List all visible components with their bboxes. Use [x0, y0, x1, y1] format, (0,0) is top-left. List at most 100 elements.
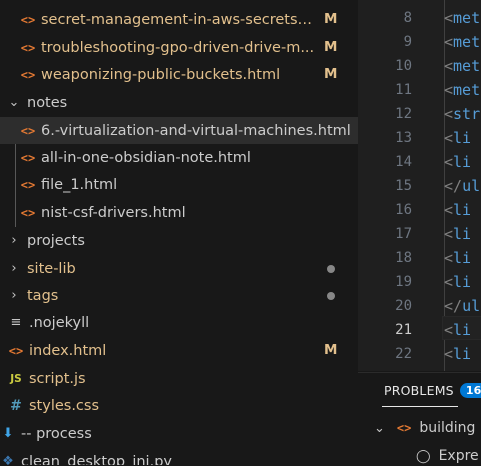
chevron-down-icon: ⌄: [8, 95, 20, 110]
python-icon: ❖: [2, 454, 14, 465]
item-label: script.js: [29, 370, 86, 387]
changes-dot: [327, 292, 335, 300]
changes-dot: [327, 265, 335, 273]
file-item[interactable]: <> all-in-one-obsidian-note.html: [0, 144, 358, 171]
item-label: tags: [27, 287, 59, 304]
problem-group[interactable]: ⌄ <> building: [374, 415, 475, 441]
html-icon: <>: [20, 40, 36, 55]
line-number: 8: [403, 10, 412, 26]
tab-problems-label: PROBLEMS: [384, 383, 454, 398]
code-line[interactable]: <li: [444, 222, 471, 246]
download-icon: ⬇: [2, 426, 14, 441]
file-item[interactable]: JS script.js: [0, 365, 358, 392]
line-number: 14: [395, 154, 412, 170]
line-number: 11: [395, 82, 412, 98]
item-label: 6.-virtualization-and-virtual-machines.h…: [41, 122, 351, 139]
html-icon: <>: [20, 205, 36, 220]
file-item[interactable]: ≡ .nojekyll: [0, 309, 358, 336]
problems-count-badge: 16: [459, 383, 481, 398]
tab-problems[interactable]: PROBLEMS 16: [384, 383, 481, 398]
item-label: projects: [27, 232, 85, 249]
lines-icon: ≡: [10, 315, 22, 330]
line-number: 18: [395, 250, 412, 266]
html-icon: <>: [20, 177, 36, 192]
js-icon: JS: [10, 372, 22, 385]
item-label: .nojekyll: [29, 314, 90, 331]
item-label: notes: [27, 94, 68, 111]
html-icon: <>: [20, 67, 36, 82]
file-item[interactable]: ⬇ -- process: [0, 420, 358, 447]
file-item[interactable]: <> troubleshooting-gpo-driven-drive-m... M: [0, 34, 358, 61]
line-number: 22: [395, 346, 412, 362]
problem-group-label: building: [419, 420, 476, 436]
lightbulb-icon: ◯: [416, 448, 431, 464]
line-number: 12: [395, 106, 412, 122]
file-item[interactable]: <> weaponizing-public-buckets.html M: [0, 61, 358, 88]
chevron-right-icon: ›: [11, 288, 17, 303]
code-line[interactable]: <li: [444, 246, 471, 270]
code-line[interactable]: </ul: [444, 294, 480, 318]
code-line[interactable]: </ul: [444, 174, 480, 198]
line-number: 13: [395, 130, 412, 146]
git-status-badge: M: [324, 39, 338, 55]
line-number: 9: [403, 34, 412, 50]
line-number: 21: [395, 322, 412, 338]
git-status-badge: M: [324, 11, 338, 27]
code-line[interactable]: <li: [444, 126, 471, 150]
folder-item[interactable]: › projects: [0, 227, 358, 254]
code-line[interactable]: <met: [444, 78, 480, 102]
code-line[interactable]: <met: [444, 54, 480, 78]
code-line[interactable]: <li: [444, 270, 471, 294]
line-number: 19: [395, 274, 412, 290]
chevron-right-icon: ›: [11, 261, 17, 276]
problem-text: Expre: [438, 448, 479, 464]
code-line[interactable]: <met: [444, 30, 480, 54]
item-label: index.html: [29, 342, 107, 359]
file-item[interactable]: ❖ clean_desktop_ini.py: [0, 448, 358, 466]
item-label: styles.css: [29, 397, 100, 414]
item-label: nist-csf-drivers.html: [41, 204, 186, 221]
git-status-badge: M: [324, 66, 338, 82]
html-icon: <>: [20, 123, 36, 138]
active-tab-underline: [382, 406, 458, 407]
folder-item[interactable]: ⌄ notes: [0, 89, 358, 116]
file-item[interactable]: <> index.html M: [0, 337, 358, 364]
item-label: weaponizing-public-buckets.html: [41, 66, 281, 83]
line-number: 20: [395, 298, 412, 314]
problem-item[interactable]: ◯ Expre: [416, 443, 479, 466]
code-line[interactable]: <li: [444, 150, 471, 174]
line-number: 17: [395, 226, 412, 242]
item-label: site-lib: [27, 260, 76, 277]
file-item[interactable]: <> 6.-virtualization-and-virtual-machines…: [0, 117, 358, 144]
bottom-panel: PROBLEMS 16 ⌄ <> building ◯ Expre: [358, 372, 481, 466]
code-editor[interactable]: 8 <met 9 <met 10 <met 11 <met 12 <str 13 <li 14 <li 15…: [358, 0, 481, 371]
code-line[interactable]: <str: [444, 102, 480, 126]
item-label: file_1.html: [41, 176, 118, 193]
html-icon: <>: [8, 343, 24, 358]
line-number: 10: [395, 58, 412, 74]
item-label: -- process: [21, 425, 92, 442]
file-item[interactable]: <> secret-management-in-aws-secrets-... M: [0, 6, 358, 33]
file-item[interactable]: <> file_1.html: [0, 171, 358, 198]
html-icon: <>: [20, 150, 36, 165]
html-icon: <>: [396, 421, 412, 435]
code-line[interactable]: <met: [444, 6, 480, 30]
css-icon: #: [10, 397, 22, 414]
file-item[interactable]: # styles.css: [0, 392, 358, 419]
html-icon: <>: [20, 12, 36, 27]
code-line[interactable]: <li: [444, 198, 471, 222]
chevron-down-icon: ⌄: [374, 420, 385, 436]
folder-item[interactable]: › site-lib: [0, 255, 358, 282]
line-number: 15: [395, 178, 412, 194]
line-number: 16: [395, 202, 412, 218]
item-label: secret-management-in-aws-secrets-...: [41, 11, 316, 28]
code-line[interactable]: <li: [444, 318, 471, 342]
item-label: clean_desktop_ini.py: [21, 453, 172, 466]
item-label: all-in-one-obsidian-note.html: [41, 149, 251, 166]
code-line[interactable]: <li: [444, 342, 471, 366]
item-label: troubleshooting-gpo-driven-drive-m...: [41, 39, 315, 56]
git-status-badge: M: [324, 342, 338, 358]
chevron-right-icon: ›: [11, 233, 17, 248]
file-item[interactable]: <> nist-csf-drivers.html: [0, 199, 358, 226]
folder-item[interactable]: › tags: [0, 282, 358, 309]
